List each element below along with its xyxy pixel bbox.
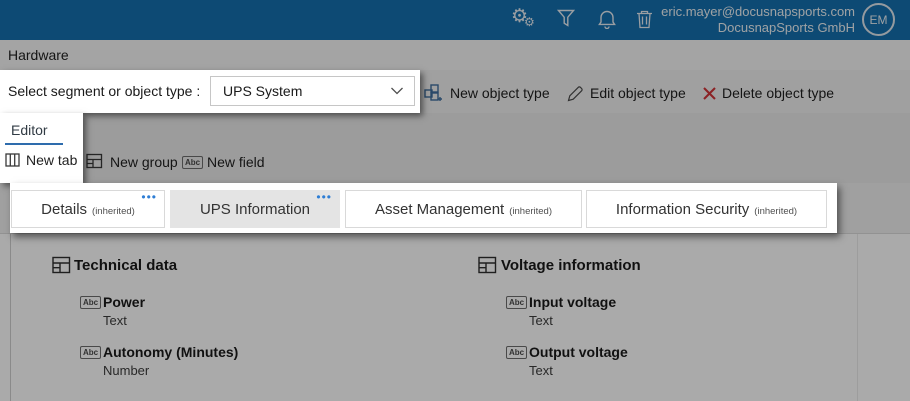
tab-menu-dots-icon[interactable]: ••• (141, 191, 157, 203)
new-tab-icon (5, 153, 20, 167)
new-tab-button[interactable]: New tab (5, 152, 77, 168)
tabs-row-highlight: Details (inherited) ••• UPS Information … (10, 183, 837, 233)
tab-menu-dots-icon[interactable]: ••• (316, 191, 332, 203)
tab-label: Information Security (615, 200, 750, 218)
tab-label: UPS Information (199, 200, 311, 218)
chevron-down-icon (391, 87, 403, 95)
tab-ups-information[interactable]: UPS Information ••• (170, 190, 340, 228)
new-tab-label: New tab (26, 152, 78, 168)
segment-select-label: Select segment or object type : (8, 83, 201, 99)
tab-label: Details (41, 200, 88, 218)
tab-suffix: (inherited) (509, 205, 553, 217)
tab-label: Asset Management (374, 200, 505, 218)
tab-suffix: (inherited) (754, 205, 798, 217)
editor-tab-underline (5, 143, 63, 145)
dropdown-value: UPS System (223, 83, 303, 99)
app-window: ⚙ ⚙ eric.mayer@docusnapsports.com Docusna… (0, 0, 910, 401)
tab-information-security[interactable]: Information Security (inherited) (586, 190, 827, 228)
tab-editor[interactable]: Editor (11, 122, 48, 138)
tab-suffix: (inherited) (92, 205, 135, 217)
segment-select-highlight: Select segment or object type : UPS Syst… (0, 70, 420, 113)
tab-details[interactable]: Details (inherited) ••• (11, 190, 165, 228)
editor-tab-highlight: Editor New tab (0, 113, 83, 183)
object-type-dropdown[interactable]: UPS System (210, 76, 415, 106)
tab-asset-management[interactable]: Asset Management (inherited) (345, 190, 582, 228)
